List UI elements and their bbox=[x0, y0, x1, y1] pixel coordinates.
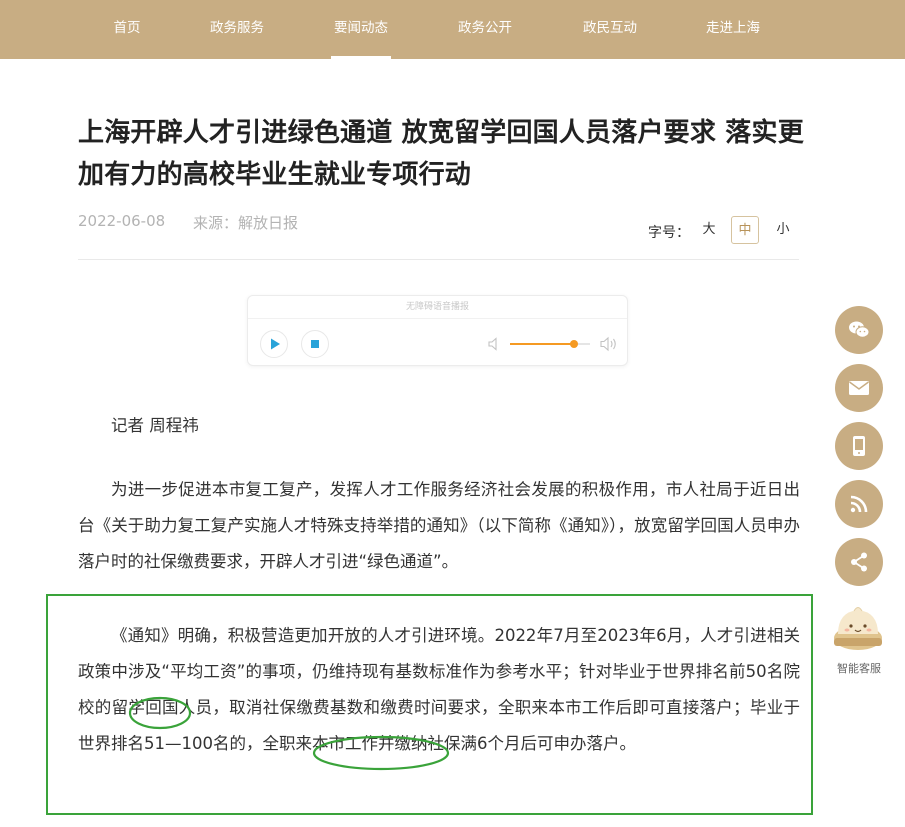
font-size-medium-button[interactable]: 中 bbox=[731, 216, 759, 244]
rss-button[interactable] bbox=[835, 480, 883, 528]
nav-item-home[interactable]: 首页 bbox=[77, 0, 177, 59]
play-icon bbox=[271, 338, 280, 350]
mobile-button[interactable] bbox=[835, 422, 883, 470]
article-paragraph: 为进一步促进本市复工复产，发挥人才工作服务经济社会发展的积极作用，市人社局于近日… bbox=[78, 480, 800, 571]
assistant-mascot-icon[interactable] bbox=[828, 598, 888, 658]
stop-button[interactable] bbox=[301, 330, 329, 358]
mail-button[interactable] bbox=[835, 364, 883, 412]
header-divider bbox=[78, 259, 799, 260]
top-nav: 首页 政务服务 要闻动态 政务公开 政民互动 走进上海 bbox=[0, 0, 905, 59]
volume-slider-handle[interactable] bbox=[570, 340, 578, 348]
highlight-box bbox=[46, 594, 813, 815]
share-icon bbox=[851, 552, 867, 572]
stop-icon bbox=[311, 340, 319, 348]
play-button[interactable] bbox=[260, 330, 288, 358]
mail-icon bbox=[849, 381, 869, 395]
volume-slider[interactable] bbox=[510, 340, 590, 348]
article-source: 来源：解放日报 bbox=[193, 214, 299, 232]
volume-low-icon[interactable] bbox=[488, 337, 500, 351]
share-button[interactable] bbox=[835, 538, 883, 586]
wechat-button[interactable] bbox=[835, 306, 883, 354]
volume-high-icon[interactable] bbox=[600, 336, 618, 352]
article-title: 上海开辟人才引进绿色通道 放宽留学回国人员落户要求 落实更加有力的高校毕业生就业… bbox=[78, 118, 804, 190]
assistant-label[interactable]: 智能客服 bbox=[826, 660, 892, 676]
article-byline: 记者 周程祎 bbox=[111, 416, 199, 435]
nav-item-public-affairs[interactable]: 政务公开 bbox=[435, 0, 535, 59]
font-size-small-button[interactable]: 小 bbox=[769, 216, 797, 244]
article-date: 2022-06-08 bbox=[78, 212, 166, 230]
mobile-icon bbox=[853, 436, 865, 456]
player-caption: 无障碍语音播报 bbox=[248, 296, 627, 319]
nav-item-services[interactable]: 政务服务 bbox=[187, 0, 287, 59]
nav-item-about-shanghai[interactable]: 走进上海 bbox=[683, 0, 783, 59]
volume-slider-fill bbox=[510, 343, 574, 345]
audio-player: 无障碍语音播报 bbox=[247, 295, 628, 366]
nav-item-interaction[interactable]: 政民互动 bbox=[560, 0, 660, 59]
wechat-icon bbox=[849, 321, 870, 338]
font-size-large-button[interactable]: 大 bbox=[695, 216, 723, 244]
rss-icon bbox=[850, 495, 868, 513]
nav-item-news[interactable]: 要闻动态 bbox=[311, 0, 411, 59]
